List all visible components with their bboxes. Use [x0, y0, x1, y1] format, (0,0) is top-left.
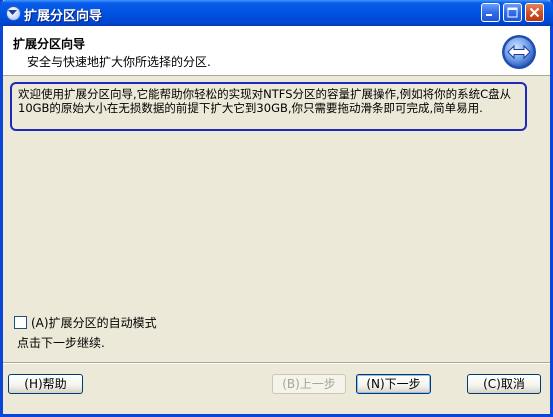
wizard-window: 扩展分区向导 扩展分区向导 安全与快速地扩大你所选择的分区. 欢迎使用扩展分区向…	[0, 0, 553, 417]
window-menu-icon[interactable]	[6, 6, 21, 21]
maximize-button[interactable]	[503, 3, 522, 22]
help-button[interactable]: (H)帮助	[8, 374, 83, 394]
continue-hint: 点击下一步继续.	[17, 336, 105, 350]
header-subtitle: 安全与快速地扩大你所选择的分区.	[27, 55, 211, 69]
checkbox-box[interactable]	[14, 316, 27, 329]
back-button[interactable]: (B)上一步	[272, 374, 346, 394]
cancel-button[interactable]: (C)取消	[467, 374, 541, 394]
next-button[interactable]: (N)下一步	[356, 374, 431, 394]
header-title: 扩展分区向导	[13, 37, 86, 51]
auto-mode-label[interactable]: (A)扩展分区的自动模式	[31, 314, 157, 331]
window-title: 扩展分区向导	[24, 9, 103, 24]
title-bar[interactable]: 扩展分区向导	[0, 0, 553, 26]
wizard-header: 扩展分区向导 安全与快速地扩大你所选择的分区.	[3, 26, 550, 76]
footer-divider	[3, 362, 550, 364]
description-box: 欢迎使用扩展分区向导,它能帮助你轻松的实现对NTFS分区的容量扩展操作,例如将你…	[10, 82, 527, 131]
minimize-button[interactable]	[481, 3, 500, 22]
left-right-arrows-icon	[502, 35, 536, 69]
close-button[interactable]	[525, 3, 544, 22]
auto-mode-checkbox[interactable]: (A)扩展分区的自动模式	[14, 314, 157, 331]
